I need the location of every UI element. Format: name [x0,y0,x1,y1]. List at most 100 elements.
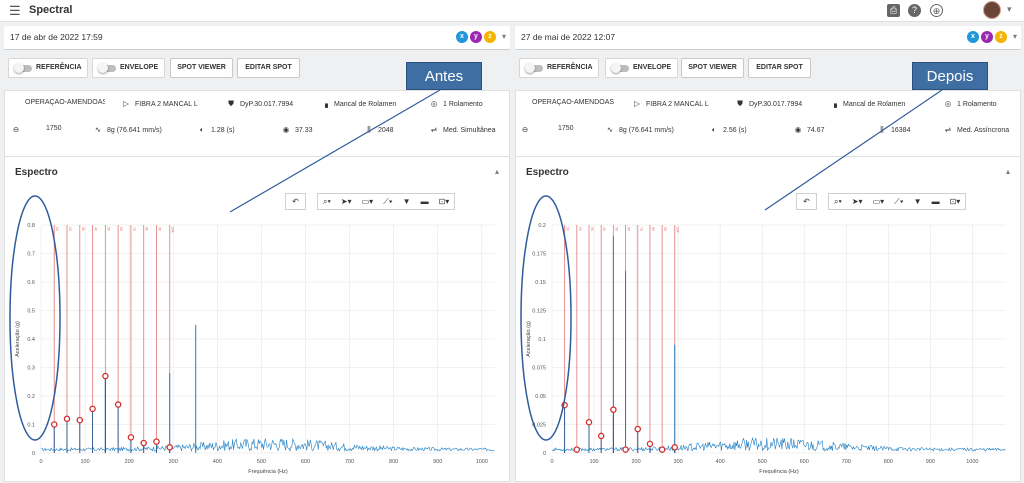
chevron-down-icon[interactable]: ▾ [1013,32,1017,41]
harmonic-marker [573,446,581,453]
menu-icon[interactable]: ☰ [9,4,23,18]
chevron-down-icon[interactable]: ▾ [1007,4,1012,15]
zoom-icon[interactable]: ⌕▾ [829,197,847,207]
x-tick-label: 1000 [966,459,978,465]
help-icon[interactable]: ? [908,4,921,17]
harmonic-marker [153,438,160,445]
harmonic-marker [671,444,678,451]
pointer-icon[interactable]: ➤▾ [847,197,868,206]
date-selector[interactable]: 27 de mai de 2022 12:07 x y z ▾ [515,26,1021,50]
cursor-type-icon[interactable]: ▭▾ [868,197,890,206]
harmonic-label: 4X [602,227,606,232]
harmonic-label: 1X [55,227,59,232]
chart-toolbar: ⌕▾ ➤▾ ▭▾ ⟋▾ ▼ ▬ ⊡▾ [828,193,967,210]
machine-icon: ▷ [634,99,640,108]
spectrum-chart[interactable]: 0.8 0.7 0.6 0.5 0.4 0.3 0.2 0.1 00 100 200 300 400 50… [5,213,511,483]
editar-spot-button[interactable]: EDITAR SPOT [237,58,300,78]
spot-viewer-button[interactable]: SPOT VIEWER [170,58,233,78]
harmonic-marker [89,405,96,413]
right-panel: 27 de mai de 2022 12:07 x y z ▾ REFERÊNC… [515,22,1021,482]
undo-icon[interactable]: ↶ [796,193,817,210]
lines-info: ⫼ 2048 [364,125,393,135]
area-name: OPERAÇÃO-AMENDOAS [25,99,105,106]
harmonic-label: 3X [81,227,85,232]
undo-icon[interactable]: ↶ [285,193,306,210]
harmonic-marker [127,434,135,441]
comment-icon[interactable]: ▬ [927,197,945,206]
x-tick-label: 700 [345,459,354,465]
y-axis-badge[interactable]: y [470,31,482,43]
speed-icon: ⊖ [12,125,20,134]
x-tick-label: 400 [716,459,725,465]
x-tick-label: 200 [631,459,640,465]
y-tick-label: 0.125 [532,309,546,315]
y-axis-title: Aceleração (g) [526,321,532,357]
referencia-toggle[interactable]: REFERÊNCIA [519,58,599,78]
harmonic-marker [658,446,666,453]
rpm-value: 1750 [558,125,574,132]
chevron-up-icon[interactable]: ▴ [1006,167,1010,176]
x-axis-title: Frequência (Hz) [248,469,288,475]
harmonic-label: 5X [106,227,110,232]
chart-type-icon[interactable]: ⟋▾ [889,197,909,207]
envelope-toggle[interactable]: ENVELOPE [92,58,165,78]
x-tick-label: 300 [169,459,178,465]
y-tick-label: 0.2 [538,223,546,229]
spectrum-series-axial [41,437,495,453]
toggle-switch-icon[interactable] [525,63,543,73]
toggle-switch-icon[interactable] [98,63,116,73]
printer-icon[interactable]: ⎙ [887,4,900,17]
filter-icon[interactable]: ▼ [398,197,416,206]
measurement-date: 17 de abr de 2022 17:59 [10,32,103,42]
y-tick-label: 0.6 [27,280,35,286]
chevron-up-icon[interactable]: ▴ [495,167,499,176]
envelope-toggle[interactable]: ENVELOPE [605,58,678,78]
x-tick-label: 400 [213,459,222,465]
target-icon: ◎ [430,99,438,108]
rpm-value: 1750 [46,125,62,132]
duration-info: ◐ 2.56 (s) [709,125,747,134]
filter-icon[interactable]: ▼ [909,197,927,206]
harmonic-label: 2X [578,227,582,232]
harmonic-label: 6X [627,227,631,232]
y-axis-badge[interactable]: y [981,31,993,43]
zoom-icon[interactable]: ⌕▾ [318,197,336,207]
chevron-down-icon[interactable]: ▾ [502,32,506,41]
range-info: ∿ 8g (76.641 mm/s) [94,125,162,134]
depois-callout: Depois [912,62,988,90]
y-tick-label: 0.175 [532,252,546,258]
x-tick-label: 300 [674,459,683,465]
x-tick-label: 100 [589,459,598,465]
envelope-label: ENVELOPE [633,64,672,71]
component-info: ▗ Mancal de Rolamen [320,99,396,108]
spot-viewer-button[interactable]: SPOT VIEWER [681,58,744,78]
pointer-icon[interactable]: ➤▾ [336,197,357,206]
clock-icon: ◐ [199,125,205,134]
harmonic-label: 10X [676,227,680,234]
comment-icon[interactable]: ▬ [416,197,434,206]
avatar[interactable] [983,1,1001,19]
editar-spot-button[interactable]: EDITAR SPOT [748,58,811,78]
harmonic-marker [102,372,109,380]
z-axis-badge[interactable]: z [484,31,496,43]
harmonic-marker [114,401,122,408]
harmonic-marker [646,440,654,448]
globe-icon[interactable]: ⊕ [930,4,943,17]
cursor-type-icon[interactable]: ▭▾ [357,197,379,206]
y-tick-label: 0.1 [538,337,546,343]
date-selector[interactable]: 17 de abr de 2022 17:59 x y z ▾ [4,26,510,50]
settings-icon[interactable]: ⊡▾ [434,197,455,206]
referencia-toggle[interactable]: REFERÊNCIA [8,58,88,78]
x-axis-badge[interactable]: x [456,31,468,43]
y-tick-label: 0.15 [535,280,546,286]
toggle-switch-icon[interactable] [611,63,629,73]
settings-icon[interactable]: ⊡▾ [945,197,966,206]
toggle-switch-icon[interactable] [14,63,32,73]
area-name: OPERAÇÃO-AMENDOAS [532,99,614,106]
z-axis-badge[interactable]: z [995,31,1007,43]
axis-badges: x y z [967,31,1007,45]
chart-type-icon[interactable]: ⟋▾ [378,197,398,207]
speed-icon: ⊖ [521,125,529,134]
spectrum-chart[interactable]: 0.2 0.175 0.15 0.125 0.1 0.075 0.05 0.025 00 100 2… [516,213,1022,483]
x-axis-badge[interactable]: x [967,31,979,43]
